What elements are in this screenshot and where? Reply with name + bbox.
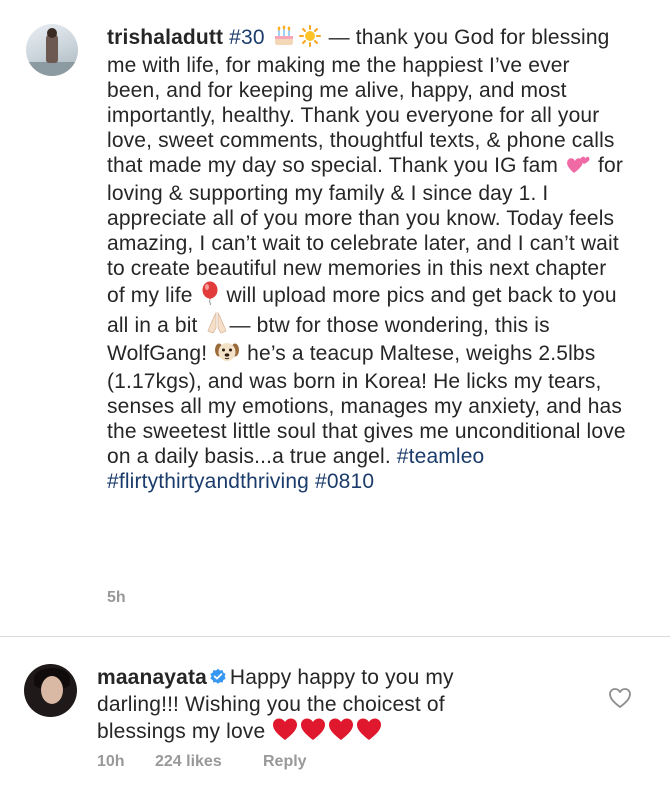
- post-timestamp: 5h: [107, 589, 126, 606]
- hashtag-30[interactable]: #30: [229, 26, 265, 49]
- avatar-head: [47, 28, 57, 38]
- like-heart-icon[interactable]: [608, 687, 632, 709]
- comment-meta: 10h 224 likes Reply: [97, 753, 307, 771]
- post-caption-block: trishaladutt #30 — thank you God for ble…: [0, 0, 670, 636]
- red-heart-icon: [328, 717, 354, 747]
- hashtag-flirtythirtyandthriving[interactable]: #flirtythirtyandthriving: [107, 470, 309, 493]
- commenter-avatar[interactable]: [24, 664, 77, 717]
- red-heart-icon: [300, 717, 326, 747]
- birthday-cake-icon: [272, 25, 296, 53]
- avatar-face: [41, 676, 63, 704]
- comment-row: maanayata Happy happy to you my darling!!…: [0, 637, 670, 801]
- avatar-background: [26, 62, 78, 76]
- comment-text: maanayata Happy happy to you my darling!!…: [97, 665, 537, 747]
- comment-timestamp: 10h: [97, 753, 125, 770]
- dog-face-icon: [214, 341, 240, 369]
- red-heart-icon: [272, 717, 298, 747]
- red-heart-icon: [356, 717, 382, 747]
- hashtag-teamleo[interactable]: #teamleo: [397, 445, 485, 468]
- commenter-username[interactable]: maanayata: [97, 666, 207, 689]
- post-author-avatar[interactable]: [26, 24, 78, 76]
- folded-hands-icon: [205, 311, 229, 341]
- post-caption: trishaladutt #30 — thank you God for ble…: [107, 25, 627, 494]
- two-hearts-icon: [565, 153, 591, 181]
- sun-icon: [298, 25, 322, 53]
- post-username[interactable]: trishaladutt: [107, 26, 223, 49]
- balloon-icon: [200, 281, 220, 311]
- verified-badge-icon: [209, 667, 227, 692]
- reply-button[interactable]: Reply: [263, 753, 307, 771]
- hashtag-0810[interactable]: #0810: [315, 470, 374, 493]
- comment-likes-count[interactable]: 224 likes: [155, 753, 263, 771]
